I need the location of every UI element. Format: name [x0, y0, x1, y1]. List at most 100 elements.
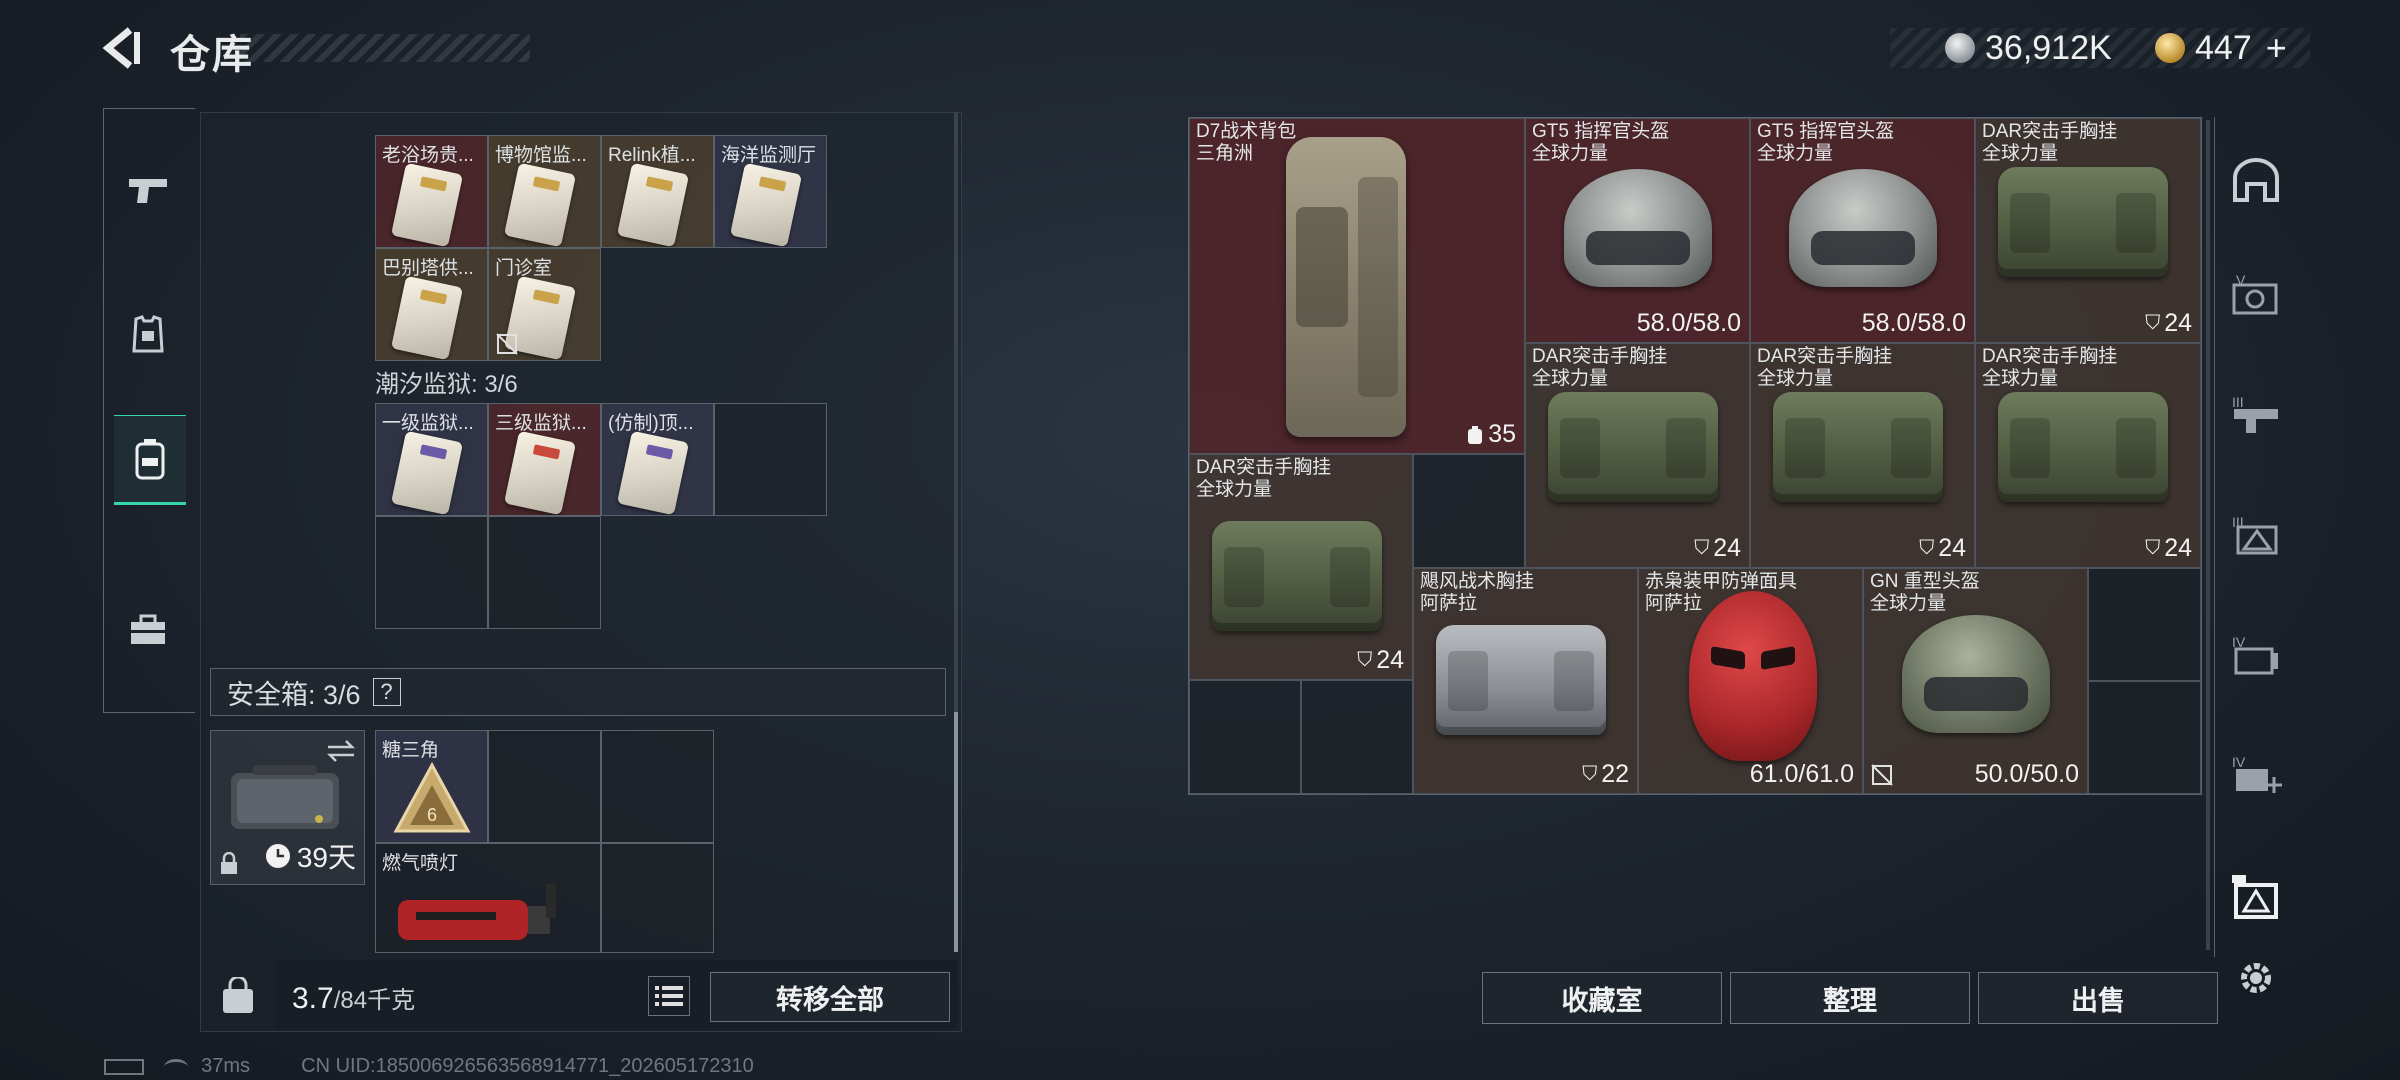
weight-current: 3.7: [292, 982, 334, 1015]
empty-slot[interactable]: [1413, 454, 1525, 568]
empty-slot[interactable]: [601, 730, 714, 843]
empty-slot[interactable]: [488, 730, 601, 843]
gold-currency[interactable]: 447 +: [2155, 26, 2287, 70]
prison-key-1[interactable]: 一级监狱...: [375, 403, 488, 516]
item-capacity: ⛉ 24: [2145, 534, 2192, 562]
transfer-all-button[interactable]: 转移全部: [710, 972, 950, 1022]
vest-image: [1773, 392, 1943, 502]
item-gt5-helmet[interactable]: GT5 指挥官头盔 全球力量 58.0/58.0: [1750, 118, 1975, 343]
storage-tab-all[interactable]: [2226, 150, 2286, 210]
item-chixiao-mask[interactable]: 赤枭装甲防弹面具 阿萨拉 61.0/61.0: [1638, 568, 1863, 794]
key-card-6[interactable]: 门诊室: [488, 248, 601, 361]
key-card-1[interactable]: 老浴场贵...: [375, 135, 488, 248]
list-view-button[interactable]: [648, 976, 690, 1016]
helmet-image: [1564, 169, 1712, 287]
gas-torch-image: [398, 884, 556, 940]
item-durability: 58.0/58.0: [1636, 309, 1741, 337]
item-jufeng-vest[interactable]: 飓风战术胸挂 阿萨拉 ⛉ 22: [1413, 568, 1638, 794]
gear-icon: [2241, 963, 2271, 993]
prison-key-2[interactable]: 三级监狱...: [488, 403, 601, 516]
empty-slot[interactable]: [714, 403, 827, 516]
key-card-2[interactable]: 博物馆监...: [488, 135, 601, 248]
item-name: 一级监狱...: [382, 413, 474, 434]
item-name: DAR突击手胸挂 全球力量: [1982, 121, 2118, 164]
sugar-triangle-image: 6: [393, 761, 471, 833]
item-name: D7战术背包 三角洲: [1196, 121, 1297, 164]
sell-button[interactable]: 出售: [1978, 972, 2218, 1024]
storage-tab-5[interactable]: V: [2226, 265, 2286, 325]
storage-tab-3a[interactable]: III: [2226, 385, 2286, 445]
svg-text:III: III: [2232, 394, 2244, 410]
backpack-image: [1286, 137, 1406, 437]
prison-key-3[interactable]: (仿制)顶...: [601, 403, 714, 516]
item-name: 飓风战术胸挂 阿萨拉: [1420, 571, 1535, 614]
item-dar-vest[interactable]: DAR突击手胸挂 全球力量 ⛉ 24: [1189, 454, 1413, 680]
empty-slot[interactable]: [375, 516, 488, 629]
settings-button[interactable]: [2226, 948, 2286, 1008]
storage-tab-special[interactable]: [2226, 868, 2286, 928]
svg-text:V: V: [2236, 273, 2246, 288]
safe-item-2[interactable]: 燃气喷灯: [375, 843, 601, 953]
storage-tab-4b[interactable]: IV: [2226, 745, 2286, 805]
item-name: GN 重型头盔 全球力量: [1870, 571, 1980, 614]
no-insure-icon: [1871, 764, 1893, 786]
keycard-image: [390, 275, 464, 360]
tab-backpack[interactable]: [114, 415, 186, 505]
item-dar-vest[interactable]: DAR突击手胸挂 全球力量 ⛉ 24: [1750, 343, 1975, 568]
item-durability: 61.0/61.0: [1749, 760, 1854, 788]
right-scrollbar-track[interactable]: [2206, 120, 2210, 950]
item-name: GT5 指挥官头盔 全球力量: [1757, 121, 1895, 164]
safe-box-container[interactable]: 39天: [210, 730, 365, 885]
storage-tab-4a[interactable]: IV: [2226, 625, 2286, 685]
storage-tab-3b[interactable]: III: [2226, 505, 2286, 565]
safe-item-1[interactable]: 糖三角 6: [375, 730, 488, 843]
vest-capacity-icon: ⛉: [1694, 537, 1710, 559]
collection-room-button[interactable]: 收藏室: [1482, 972, 1722, 1024]
empty-slot[interactable]: [2088, 681, 2201, 794]
helmet-image: [1789, 169, 1937, 287]
item-capacity: 35: [1466, 420, 1516, 449]
weight-lock-button[interactable]: [210, 968, 265, 1023]
item-capacity: ⛉ 22: [1582, 760, 1629, 788]
svg-text:6: 6: [427, 805, 437, 825]
left-scrollbar-thumb[interactable]: [954, 712, 958, 952]
item-dar-vest[interactable]: DAR突击手胸挂 全球力量 ⛉ 24: [1525, 343, 1750, 568]
keycard-image: [616, 430, 690, 515]
item-capacity: ⛉ 24: [1357, 646, 1404, 674]
tab-weapons[interactable]: [112, 145, 184, 235]
empty-slot[interactable]: [1189, 680, 1301, 794]
silver-coin-icon: [1945, 33, 1975, 63]
tab-armor[interactable]: [112, 290, 184, 380]
help-button[interactable]: ?: [372, 678, 401, 706]
item-gt5-helmet[interactable]: GT5 指挥官头盔 全球力量 58.0/58.0: [1525, 118, 1750, 343]
tab-kit[interactable]: [112, 585, 184, 675]
clock-icon: [265, 844, 290, 868]
key-card-4[interactable]: 海洋监测厅: [714, 135, 827, 248]
safe-case-image: [231, 765, 339, 829]
key-card-3[interactable]: Relink植...: [601, 135, 714, 248]
item-d7-backpack[interactable]: D7战术背包 三角洲 35: [1189, 118, 1525, 454]
back-arrow-icon[interactable]: [100, 26, 144, 70]
vest-image: [1998, 392, 2168, 502]
swap-icon[interactable]: [326, 739, 356, 763]
vest-capacity-icon: ⛉: [1582, 763, 1598, 785]
item-dar-vest[interactable]: DAR突击手胸挂 全球力量 ⛉ 24: [1975, 118, 2201, 343]
item-durability: 50.0/50.0: [1974, 760, 2079, 788]
mask-image: [1689, 591, 1817, 761]
vest-capacity-icon: ⛉: [1357, 649, 1373, 671]
battery-icon: [104, 1058, 144, 1075]
add-currency-button[interactable]: +: [2266, 27, 2287, 69]
vest-image: [1212, 521, 1382, 631]
ping-value: 37ms: [201, 1055, 251, 1077]
page-title: 仓库: [170, 33, 254, 77]
empty-slot[interactable]: [601, 843, 714, 953]
sort-button[interactable]: 整理: [1730, 972, 1970, 1024]
key-card-5[interactable]: 巴别塔供...: [375, 248, 488, 361]
empty-slot[interactable]: [488, 516, 601, 629]
item-gn-helmet[interactable]: GN 重型头盔 全球力量 50.0/50.0: [1863, 568, 2088, 794]
vest-image: [1548, 392, 1718, 502]
safe-box-header: 安全箱: 3/6 ?: [210, 668, 946, 716]
item-dar-vest[interactable]: DAR突击手胸挂 全球力量 ⛉ 24: [1975, 343, 2201, 568]
empty-slot[interactable]: [1301, 680, 1413, 794]
empty-slot[interactable]: [2088, 568, 2201, 681]
